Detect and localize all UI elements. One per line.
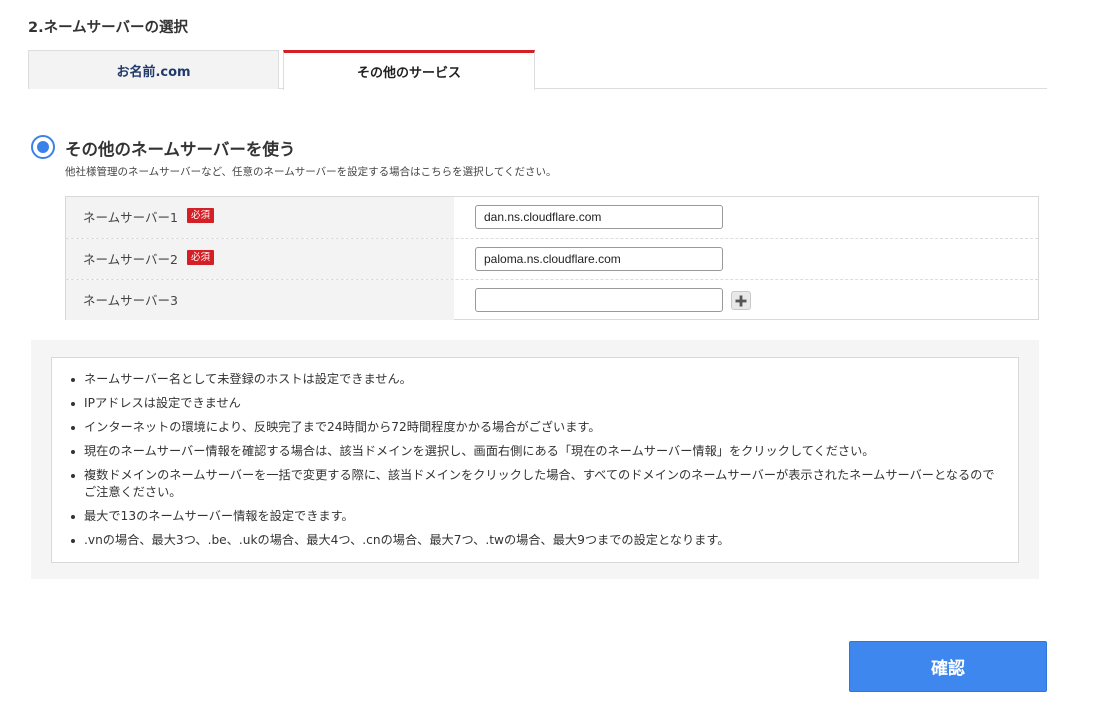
nameserver-settings-page: 2.ネームサーバーの選択 お名前.com その他のサービス その他のネームサーバ… [0, 0, 1100, 718]
list-item: ネームサーバー名として未登録のホストは設定できません。 [70, 371, 1000, 388]
nameserver-row: ネームサーバー2 必須 [66, 238, 1038, 279]
required-badge: 必須 [187, 208, 215, 223]
nameserver-row: ネームサーバー3 [66, 279, 1038, 320]
notes-box: ネームサーバー名として未登録のホストは設定できません。 IPアドレスは設定できま… [51, 357, 1019, 563]
notes-list: ネームサーバー名として未登録のホストは設定できません。 IPアドレスは設定できま… [70, 371, 1000, 556]
list-item: インターネットの環境により、反映完了まで24時間から72時間程度かかる場合がござ… [70, 419, 1000, 436]
option-label: その他のネームサーバーを使う [65, 140, 296, 159]
section-title: 2.ネームサーバーの選択 [28, 20, 189, 36]
list-item: 最大で13のネームサーバー情報を設定できます。 [70, 508, 1000, 525]
nameserver-label: ネームサーバー1 [83, 210, 178, 225]
notes-section: ネームサーバー名として未登録のホストは設定できません。 IPアドレスは設定できま… [31, 340, 1039, 579]
service-tabs: お名前.com その他のサービス [28, 50, 1047, 90]
radio-button[interactable] [31, 135, 55, 159]
list-item: IPアドレスは設定できません [70, 395, 1000, 412]
nameserver3-input[interactable] [475, 288, 723, 312]
required-badge: 必須 [187, 250, 215, 265]
add-nameserver-button[interactable] [731, 291, 751, 310]
nameserver-label-cell: ネームサーバー1 必須 [66, 197, 454, 238]
list-item: 現在のネームサーバー情報を確認する場合は、該当ドメインを選択し、画面右側にある「… [70, 443, 1000, 460]
nameserver-label: ネームサーバー3 [83, 293, 178, 308]
option-description: 他社様管理のネームサーバーなど、任意のネームサーバーを設定する場合はこちらを選択… [65, 166, 557, 178]
plus-icon [735, 295, 747, 306]
tab-onamae[interactable]: お名前.com [28, 50, 279, 89]
nameserver-label-cell: ネームサーバー2 必須 [66, 239, 454, 279]
nameserver-label: ネームサーバー2 [83, 252, 178, 267]
confirm-button[interactable]: 確認 [849, 641, 1047, 692]
tab-other-services[interactable]: その他のサービス [283, 50, 535, 90]
nameserver1-input[interactable] [475, 205, 723, 229]
list-item: .vnの場合、最大3つ、.be、.ukの場合、最大4つ、.cnの場合、最大7つ、… [70, 532, 1000, 549]
nameserver-row: ネームサーバー1 必須 [66, 197, 1038, 238]
list-item: 複数ドメインのネームサーバーを一括で変更する際に、該当ドメインをクリックした場合… [70, 467, 1000, 501]
nameserver-table: ネームサーバー1 必須 ネームサーバー2 必須 ネームサーバー3 [65, 196, 1039, 320]
nameserver-label-cell: ネームサーバー3 [66, 280, 454, 320]
radio-selected-dot [37, 141, 49, 153]
nameserver2-input[interactable] [475, 247, 723, 271]
